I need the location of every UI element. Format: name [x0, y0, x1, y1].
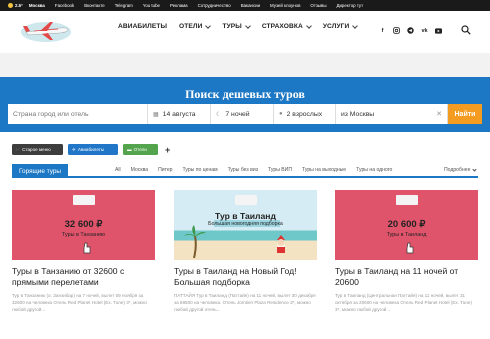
banner-title: Тур в Таиланд [215, 211, 276, 221]
hot-tours-label: Горящие туры [12, 164, 68, 178]
card-title[interactable]: Туры в Танзанию от 32600 с прямыми перел… [12, 266, 155, 287]
calendar-icon: ▦ [153, 111, 159, 118]
tab-piter[interactable]: Питер [158, 167, 172, 173]
pointer-hand-icon [83, 242, 91, 254]
top-bar: 2.5° Москва Facebook Вконтакте Telegram … [0, 0, 490, 11]
top-link-director[interactable]: Директор тут [337, 3, 364, 8]
thumb-logo [72, 195, 95, 205]
tab-solo[interactable]: Туры на одного [356, 167, 392, 173]
city: Москва [28, 3, 45, 8]
search-icon[interactable] [461, 25, 471, 35]
plane-icon: ✈ [72, 146, 76, 152]
tour-card[interactable]: 32 600 ₽ Туры в Танзанию Туры в Танзанию… [12, 190, 155, 313]
card-price-caption: Туры в Таиланд [386, 232, 427, 238]
destination-input[interactable]: Страна город или отель [8, 104, 148, 124]
old-menu-button[interactable]: ☞ Старое меню [12, 144, 63, 155]
chevron-down-icon [205, 22, 212, 29]
hand-icon: ☞ [16, 146, 21, 152]
search-form: Страна город или отель ▦ 14 августа ☾ 7 но… [8, 104, 482, 124]
facebook-icon[interactable]: f [379, 27, 386, 34]
hotels-button[interactable]: ▬ Отели [123, 144, 158, 155]
tour-card[interactable]: 20 600 ₽ Туры в Таиланд Туры в Таиланд н… [335, 190, 478, 313]
card-excerpt: Тур в Таиланд (Центральная Паттайя) на 1… [335, 293, 473, 312]
search-title: Поиск дешевых туров [185, 87, 305, 101]
site-header: АВИАБИЛЕТЫ ОТЕЛИ ТУРЫ СТРАХОВКА УСЛУГИ f… [0, 11, 490, 53]
nav-tours[interactable]: ТУРЫ [222, 22, 251, 30]
nav-insurance[interactable]: СТРАХОВКА [262, 22, 312, 30]
tab-by-price[interactable]: Туры по ценам [183, 167, 218, 173]
temperature: 2.5° [15, 3, 23, 8]
santa-icon [277, 235, 285, 253]
flights-button[interactable]: ✈ Авиабилеты [68, 144, 118, 155]
tour-card[interactable]: Тур в Таиланд Большая новогодняя подборк… [174, 190, 317, 313]
card-excerpt: ПАТТАЙЯ Тур в Таиланд (Паттайя) на 11 но… [174, 293, 316, 312]
top-link-reviews[interactable]: Отзывы [310, 3, 326, 8]
top-link-facebook[interactable]: Facebook [55, 3, 74, 8]
tab-all[interactable]: All [115, 167, 121, 173]
top-link-cooperation[interactable]: Сотрудничество [198, 3, 231, 8]
top-link-telegram[interactable]: Telegram [115, 3, 133, 8]
nav-hotels[interactable]: ОТЕЛИ [179, 22, 212, 30]
hot-tours-header: Горящие туры All Москва Питер Туры по це… [12, 164, 478, 178]
main-nav: АВИАБИЛЕТЫ ОТЕЛИ ТУРЫ СТРАХОВКА УСЛУГИ [118, 22, 369, 30]
card-excerpt: Тур в Танзанию (о. Занзибар) на 7 ночей,… [12, 293, 147, 312]
nav-flights[interactable]: АВИАБИЛЕТЫ [118, 23, 167, 30]
travelers-field[interactable]: ● 2 взрослых [274, 104, 336, 124]
top-link-vacancies[interactable]: Вакансии [241, 3, 260, 8]
card-price-caption: Туры в Танзанию [62, 232, 105, 238]
logo-airplane[interactable] [20, 15, 72, 45]
pointer-hand-icon [406, 242, 414, 254]
nav-services[interactable]: УСЛУГИ [323, 22, 359, 30]
thumb-logo [234, 195, 257, 205]
add-icon[interactable]: + [165, 145, 170, 155]
bed-icon: ▬ [127, 147, 132, 152]
sun-icon [8, 3, 13, 8]
telegram-icon[interactable] [407, 27, 414, 34]
weather-widget: 2.5° Москва [8, 3, 45, 8]
tour-card-image[interactable]: Тур в Таиланд Большая новогодняя подборк… [174, 190, 317, 260]
tour-card-image[interactable]: 20 600 ₽ Туры в Таиланд [335, 190, 478, 260]
top-link-ads[interactable]: Реклама [170, 3, 188, 8]
youtube-icon[interactable] [435, 27, 442, 34]
more-dropdown[interactable]: Подробнее [444, 166, 478, 173]
nights-field[interactable]: ☾ 7 ночей [211, 104, 274, 124]
card-price: 32 600 ₽ [64, 219, 103, 230]
moon-icon: ☾ [216, 111, 222, 118]
find-button[interactable]: Найти [448, 104, 482, 124]
tab-moscow[interactable]: Москва [131, 167, 148, 173]
top-link-vkontakte[interactable]: Вконтакте [84, 3, 105, 8]
departure-city-field[interactable]: из Москвы ✕ [336, 104, 448, 124]
social-links: f vk [379, 27, 442, 34]
chevron-down-icon [472, 166, 478, 172]
instagram-icon[interactable] [393, 27, 400, 34]
tab-weekend[interactable]: Туры на выходные [302, 167, 346, 173]
thumb-logo [395, 195, 418, 205]
top-link-clown-museum[interactable]: Музей клоунов [270, 3, 300, 8]
date-field[interactable]: ▦ 14 августа [148, 104, 211, 124]
person-icon: ● [279, 111, 283, 117]
chevron-down-icon [306, 22, 312, 29]
quick-filters: ☞ Старое меню ✈ Авиабилеты ▬ Отели + [12, 144, 170, 155]
clear-icon[interactable]: ✕ [436, 110, 442, 118]
card-title[interactable]: Туры в Таиланд на 11 ночей от 20600 [335, 266, 478, 287]
hot-tours-tabs: All Москва Питер Туры по ценам Туры без … [115, 167, 402, 173]
vk-icon[interactable]: vk [421, 27, 428, 34]
palm-tree-icon [184, 225, 206, 258]
tour-card-image[interactable]: 32 600 ₽ Туры в Танзанию [12, 190, 155, 260]
chevron-down-icon [244, 22, 251, 29]
tab-vip[interactable]: Туры ВИП [268, 167, 292, 173]
top-link-youtube[interactable]: You tube [143, 3, 160, 8]
card-title[interactable]: Туры в Таиланд на Новый Год! Большая под… [174, 266, 317, 287]
tab-visa-free[interactable]: Туры без виз [228, 167, 258, 173]
tour-search-panel: Поиск дешевых туров Страна город или оте… [0, 77, 490, 132]
chevron-down-icon [352, 22, 359, 29]
card-price: 20 600 ₽ [387, 219, 426, 230]
page-spacer [0, 53, 490, 77]
